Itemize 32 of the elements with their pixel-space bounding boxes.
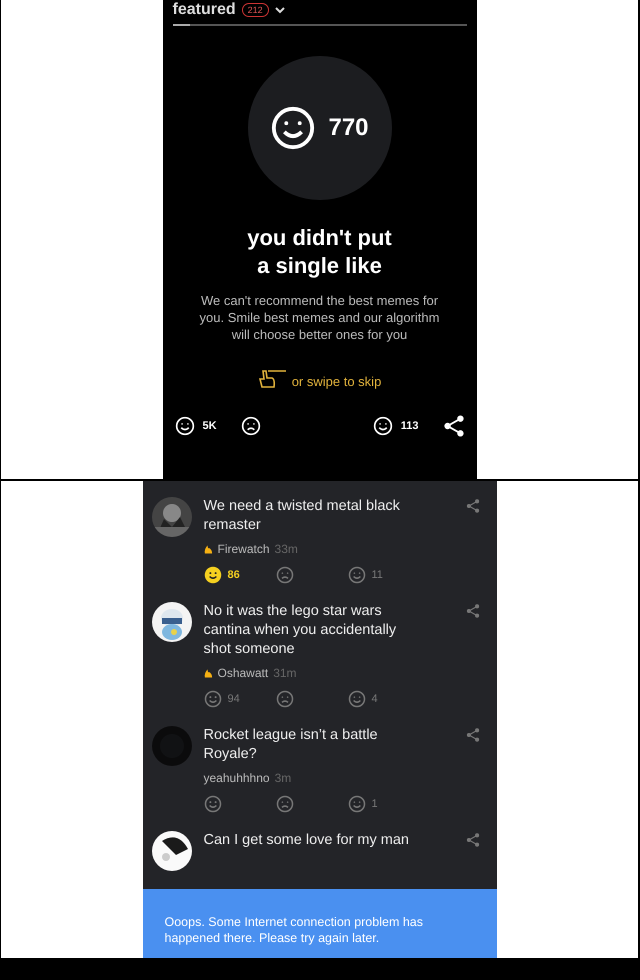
flame-icon: [204, 668, 212, 678]
comment-time: 33m: [274, 542, 298, 556]
comment-author[interactable]: Oshawatt: [218, 666, 268, 680]
comment-author[interactable]: yeahuhhhno: [204, 771, 270, 785]
description: We can't recommend the best memes for you. Smile best memes and our algorithm will choose better ones for you: [198, 292, 440, 343]
comment-text: No it was the lego star wars cantina when you accidentally shot someone: [204, 602, 398, 659]
comment-text: We need a twisted metal black remaster: [204, 497, 401, 535]
feed-title[interactable]: featured: [172, 1, 236, 19]
comment-time: 3m: [274, 771, 292, 785]
reply-count: 11: [372, 569, 383, 581]
comment-text: Rocket league isn’t a battle Royale?: [204, 726, 379, 764]
reply-count: 1: [372, 798, 378, 810]
comment-text: Can I get some love for my man: [204, 831, 410, 850]
smile-count: 86: [228, 569, 240, 581]
reply-count: 4: [372, 693, 378, 705]
comment-time: 31m: [273, 666, 297, 680]
error-toast: Ooops. Some Internet connection problem has happened there. Please try again later.: [142, 889, 496, 958]
smile-count: 94: [228, 693, 240, 705]
chevron-down-icon[interactable]: [274, 6, 285, 14]
smile-icon[interactable]: [204, 566, 222, 584]
flame-icon: [204, 544, 212, 554]
heading: you didn't put: [247, 224, 392, 252]
heading: a single like: [256, 252, 383, 280]
swipe-hand-icon: [258, 367, 288, 389]
count-badge: 212: [242, 3, 269, 17]
comment-author[interactable]: Firewatch: [218, 542, 270, 556]
swipe-hint: or swipe to skip: [292, 374, 382, 389]
smile-count: 5K: [202, 420, 217, 432]
likes-count: 770: [328, 114, 369, 142]
smile-icon[interactable]: [270, 105, 316, 151]
comment-count: 113: [400, 420, 418, 432]
share-icon[interactable]: [442, 415, 464, 437]
